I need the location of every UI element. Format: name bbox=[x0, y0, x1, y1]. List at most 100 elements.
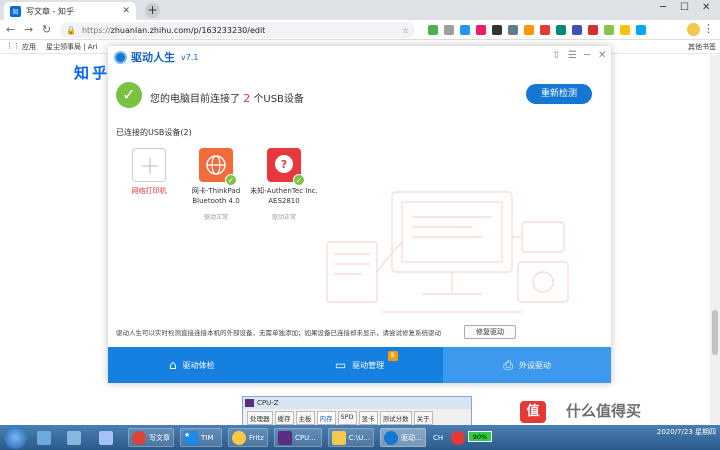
close-icon[interactable]: ✕ bbox=[598, 50, 606, 61]
extension-icon[interactable] bbox=[604, 25, 614, 35]
taskbar-chrome[interactable]: 写文章 bbox=[128, 428, 174, 447]
extension-icon[interactable] bbox=[588, 25, 598, 35]
status-suffix: 个USB设备 bbox=[253, 94, 304, 105]
taskbar-driver-app[interactable]: 驱动... bbox=[380, 428, 426, 447]
bookmark-item[interactable]: 星尘领事局 | Ari bbox=[46, 42, 97, 52]
watermark-text: 什么值得买 bbox=[566, 402, 642, 420]
cpuz-tab[interactable]: SPD bbox=[337, 411, 357, 425]
taskbar-folder[interactable]: C:\U... bbox=[328, 428, 374, 447]
nav-label: 外设驱动 bbox=[518, 360, 551, 370]
printer-icon: ⎙ bbox=[503, 357, 513, 372]
extension-icon[interactable] bbox=[476, 25, 486, 35]
tab-title: 写文章 - 知乎 bbox=[26, 6, 74, 16]
app-version: v7.1 bbox=[181, 52, 199, 62]
cpuz-tab[interactable]: 关于 bbox=[413, 411, 433, 425]
extension-icon[interactable] bbox=[492, 25, 502, 35]
device-network-printer[interactable]: 网络打印机 bbox=[114, 148, 184, 196]
extension-icon[interactable] bbox=[540, 25, 550, 35]
status-text: 您的电脑目前连接了 2 个USB设备 bbox=[150, 90, 304, 105]
profile-avatar[interactable] bbox=[687, 23, 700, 36]
minimize-icon[interactable]: ─ bbox=[584, 50, 590, 61]
scrollbar-thumb[interactable] bbox=[712, 310, 718, 355]
browser-toolbar: ← → ↻ 🔒 https:// zhuanlan.zhihu.com/p/16… bbox=[0, 20, 720, 40]
close-window-icon[interactable]: ✕ bbox=[702, 2, 710, 13]
driver-status: 驱动正常 bbox=[203, 214, 228, 221]
forward-icon[interactable]: → bbox=[24, 23, 33, 36]
cpuz-logo-icon bbox=[245, 399, 254, 407]
cpuz-title: CPU-Z bbox=[257, 399, 279, 407]
svg-text:?: ? bbox=[281, 158, 287, 171]
ok-badge-icon: ✓ bbox=[293, 174, 305, 186]
cpuz-tab[interactable]: 测试分数 bbox=[379, 411, 412, 425]
upgrade-icon[interactable]: ⇧ bbox=[552, 50, 560, 61]
new-tab-button[interactable]: + bbox=[145, 3, 160, 18]
device-count: 2 bbox=[243, 92, 251, 105]
nav-driver-checkup[interactable]: ⌂ 驱动体检 bbox=[108, 347, 276, 383]
driver-status: 驱动正常 bbox=[271, 214, 296, 221]
cpuz-tab-active[interactable]: 内存 bbox=[316, 411, 336, 425]
extension-icon[interactable] bbox=[524, 25, 534, 35]
connected-devices-label: 已连接的USB设备(2) bbox=[116, 128, 192, 137]
cpuz-tab[interactable]: 显卡 bbox=[358, 411, 378, 425]
watermark-badge: 值 bbox=[520, 401, 546, 423]
device-bluetooth[interactable]: ✓ 网卡-ThinkPad Bluetooth 4.0 驱动正常 bbox=[181, 148, 251, 221]
device-fingerprint[interactable]: ? ✓ 未知-AuthenTec Inc. AES2810 驱动正常 bbox=[249, 148, 319, 221]
clock[interactable]: 2020/7/23 星期四 bbox=[657, 427, 716, 437]
nav-label: 驱动体检 bbox=[182, 360, 215, 370]
device-name: 网络打印机 bbox=[131, 187, 167, 195]
extension-icon[interactable] bbox=[572, 25, 582, 35]
taskbar-label: Fritz bbox=[249, 433, 264, 442]
battery-indicator[interactable]: 90% bbox=[468, 431, 492, 442]
illustration-graphic bbox=[326, 191, 569, 313]
browser-tab[interactable]: 知 写文章 - 知乎 ✕ bbox=[4, 2, 136, 20]
extension-icon[interactable] bbox=[556, 25, 566, 35]
taskbar-tim[interactable]: ★ TIM bbox=[180, 428, 222, 447]
taskbar-label: C:\U... bbox=[348, 433, 370, 442]
bookmark-star-icon[interactable]: ☆ bbox=[402, 26, 409, 35]
taskbar-show-desktop-icon[interactable] bbox=[34, 428, 57, 447]
apps-grid-icon[interactable]: ⋮⋮ bbox=[6, 42, 20, 50]
bookmark-apps[interactable]: 应用 bbox=[22, 42, 36, 52]
reload-icon[interactable]: ↻ bbox=[42, 23, 51, 36]
redetect-button[interactable]: 重新检测 bbox=[526, 84, 592, 104]
address-bar[interactable]: 🔒 https:// zhuanlan.zhihu.com/p/16323323… bbox=[60, 22, 415, 38]
back-icon[interactable]: ← bbox=[6, 23, 15, 36]
maximize-icon[interactable]: ☐ bbox=[680, 2, 689, 13]
taskbar-cpuz[interactable]: CPU... bbox=[274, 428, 322, 447]
input-language[interactable]: CH bbox=[430, 428, 446, 447]
app-name: 驱动人生 bbox=[131, 51, 175, 64]
nav-badge: 8 bbox=[387, 351, 398, 361]
taskbar-label: CPU... bbox=[295, 433, 316, 442]
cpuz-tab[interactable]: 缓存 bbox=[274, 411, 294, 425]
extension-icon[interactable] bbox=[508, 25, 518, 35]
scrollbar[interactable] bbox=[710, 55, 720, 425]
nav-driver-manage[interactable]: ▭ 驱动管理 8 bbox=[276, 347, 444, 383]
other-bookmarks[interactable]: 其他书签 bbox=[688, 42, 716, 52]
extension-icon[interactable] bbox=[428, 25, 438, 35]
minimize-icon[interactable]: ─ bbox=[660, 2, 666, 13]
extension-icon[interactable] bbox=[460, 25, 470, 35]
cpuz-tab[interactable]: 处理器 bbox=[247, 411, 273, 425]
extension-icon[interactable] bbox=[444, 25, 454, 35]
home-icon: ⌂ bbox=[169, 358, 177, 372]
taskbar-fritz[interactable]: Fritz bbox=[228, 428, 268, 447]
lock-icon[interactable]: 🔒 bbox=[66, 26, 76, 35]
menu-icon[interactable]: ⋮ bbox=[703, 22, 714, 35]
cpuz-window: CPU-Z 处理器 缓存 主板 内存 SPD 显卡 测试分数 关于 bbox=[242, 396, 472, 426]
plus-icon[interactable] bbox=[132, 148, 166, 182]
extension-icon[interactable] bbox=[620, 25, 630, 35]
repair-driver-button[interactable]: 修复驱动 bbox=[464, 325, 516, 339]
taskbar-app-icon[interactable] bbox=[96, 428, 119, 447]
start-button[interactable] bbox=[4, 426, 27, 449]
nav-peripheral-driver[interactable]: ⎙ 外设驱动 bbox=[443, 347, 612, 383]
check-icon: ✓ bbox=[116, 82, 142, 108]
device-name: 未知-AuthenTec Inc. AES2810 bbox=[250, 187, 318, 205]
cpuz-tab[interactable]: 主板 bbox=[295, 411, 315, 425]
menu-icon[interactable]: ☰ bbox=[568, 50, 577, 61]
globe-icon: ✓ bbox=[199, 148, 237, 186]
taskbar-explorer-icon[interactable] bbox=[64, 428, 87, 447]
close-tab-icon[interactable]: ✕ bbox=[122, 6, 130, 16]
zhihu-logo[interactable]: 知乎 bbox=[74, 62, 110, 83]
extension-icon[interactable] bbox=[636, 25, 646, 35]
taskbar-label: 驱动... bbox=[401, 433, 422, 442]
